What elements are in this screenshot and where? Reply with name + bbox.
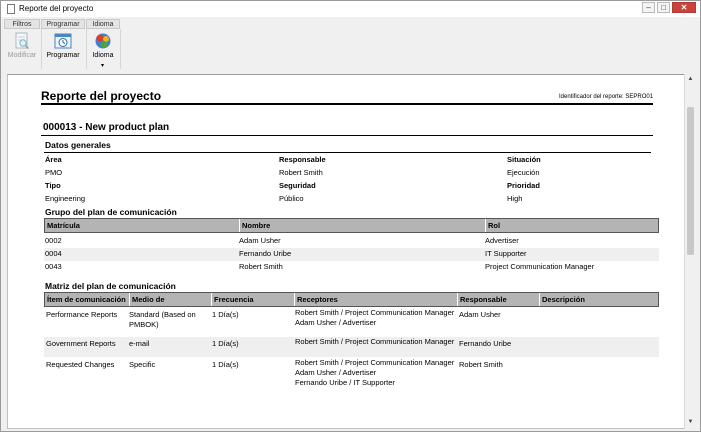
field-situacion-value: Ejecución — [507, 168, 540, 177]
field-responsable-value: Robert Smith — [279, 168, 323, 177]
field-situacion-label: Situación — [507, 155, 541, 164]
matrix-cell: Specific — [129, 360, 156, 369]
close-button[interactable]: ✕ — [672, 2, 696, 13]
group-cell: Project Communication Manager — [485, 262, 595, 271]
title-bar: Reporte del proyecto – □ ✕ — [1, 1, 700, 17]
matrix-table-header: Ítem de comunicación Medio de Frecuencia… — [44, 292, 659, 307]
minimize-button[interactable]: – — [642, 2, 655, 13]
matrix-cell: Robert Smith / Project Communication Man… — [295, 358, 455, 387]
matrix-col-item: Ítem de comunicación — [47, 295, 126, 304]
field-prioridad-value: High — [507, 194, 523, 203]
section-general-rule — [44, 152, 651, 153]
matrix-cell: 1 Día(s) — [212, 360, 239, 369]
vertical-scrollbar[interactable]: ▲ ▼ — [684, 74, 696, 429]
matrix-cell: Requested Changes — [46, 360, 115, 369]
group-col-matricula: Matrícula — [47, 221, 80, 230]
matrix-col-responsable: Responsable — [457, 293, 539, 306]
matrix-cell: Adam Usher — [459, 310, 501, 319]
matrix-cell: Robert Smith — [459, 360, 503, 369]
section-general-heading: Datos generales — [45, 140, 111, 150]
header-rule — [41, 103, 653, 105]
programar-label: Programar — [46, 52, 80, 59]
matrix-cell: e-mail — [129, 339, 150, 348]
field-seguridad-label: Seguridad — [279, 181, 316, 190]
matrix-col-descripcion: Descripción — [539, 293, 658, 306]
field-responsable-label: Responsable — [279, 155, 326, 164]
idioma-label: Idioma — [92, 52, 114, 59]
table-row: Performance Reports Standard (Based on P… — [44, 308, 659, 336]
plan-title: 000013 - New product plan — [43, 122, 170, 133]
table-row: 0004 Fernando Uribe IT Supporter — [44, 248, 659, 261]
field-seguridad-value: Público — [279, 194, 304, 203]
modificar-label: Modificar — [7, 52, 37, 59]
programar-button[interactable]: Programar — [41, 29, 85, 69]
window-title: Reporte del proyecto — [19, 4, 94, 13]
group-cell: Robert Smith — [239, 262, 283, 271]
ribbon-toolbar: Modificar Programar Idioma ▾ — [4, 29, 121, 69]
table-row: Government Reports e-mail 1 Día(s) Rober… — [44, 337, 659, 357]
tab-programar[interactable]: Programar — [41, 19, 85, 29]
matrix-cell: Robert Smith / Project Communication Man… — [295, 308, 455, 327]
group-cell: IT Supporter — [485, 249, 527, 258]
scrollbar-thumb[interactable] — [687, 107, 694, 255]
maximize-button[interactable]: □ — [657, 2, 670, 13]
table-row: 0002 Adam Usher Advertiser — [44, 235, 659, 248]
report-window: Reporte del proyecto – □ ✕ Filtros Progr… — [0, 0, 701, 432]
matrix-col-medio: Medio de — [129, 293, 211, 306]
document-search-icon — [15, 32, 30, 50]
field-tipo-label: Tipo — [45, 181, 61, 190]
ribbon-separator — [120, 29, 121, 69]
table-row: 0043 Robert Smith Project Communication … — [44, 261, 659, 274]
group-table-header: Matrícula Nombre Rol — [44, 218, 659, 233]
group-col-rol: Rol — [485, 219, 658, 232]
chevron-down-icon[interactable]: ▾ — [101, 62, 104, 69]
group-cell: Fernando Uribe — [239, 249, 292, 258]
group-cell: Adam Usher — [239, 236, 281, 245]
field-prioridad-label: Prioridad — [507, 181, 540, 190]
group-cell: Advertiser — [485, 236, 519, 245]
calendar-clock-icon — [54, 33, 72, 49]
matrix-cell: Robert Smith / Project Communication Man… — [295, 337, 455, 346]
matrix-cell: Government Reports — [46, 339, 116, 348]
matrix-cell: Fernando Uribe — [459, 339, 512, 348]
matrix-cell: 1 Día(s) — [212, 339, 239, 348]
plan-title-rule — [41, 135, 653, 136]
tab-filtros[interactable]: Filtros — [4, 19, 40, 29]
tab-idioma[interactable]: Idioma — [86, 19, 120, 29]
group-cell: 0002 — [45, 236, 62, 245]
group-col-nombre: Nombre — [239, 219, 485, 232]
report-viewer: Reporte del proyecto Identificador del r… — [7, 74, 696, 429]
group-cell: 0043 — [45, 262, 62, 271]
report-page: Reporte del proyecto Identificador del r… — [8, 75, 684, 428]
group-cell: 0004 — [45, 249, 62, 258]
field-area-value: PMO — [45, 168, 63, 177]
report-identifier: Identificador del reporte: SEPRO01 — [559, 94, 654, 100]
scroll-down-icon[interactable]: ▼ — [685, 417, 696, 428]
modificar-button[interactable]: Modificar — [4, 29, 40, 69]
matrix-col-receptores: Receptores — [294, 293, 457, 306]
table-row: Requested Changes Specific 1 Día(s) Robe… — [44, 358, 659, 398]
idioma-button[interactable]: Idioma ▾ — [86, 29, 120, 69]
section-matrix-heading: Matriz del plan de comunicación — [45, 281, 176, 291]
report-title: Reporte del proyecto — [41, 89, 162, 103]
field-tipo-value: Engineering — [45, 194, 86, 203]
document-icon — [7, 4, 15, 14]
globe-language-icon — [95, 33, 111, 49]
scroll-up-icon[interactable]: ▲ — [685, 74, 696, 85]
matrix-cell: Performance Reports — [46, 310, 118, 319]
matrix-cell: Standard (Based on PMBOK) — [129, 310, 196, 329]
matrix-col-frecuencia: Frecuencia — [211, 293, 294, 306]
section-group-heading: Grupo del plan de comunicación — [45, 207, 177, 217]
field-area-label: Área — [45, 155, 62, 164]
matrix-cell: 1 Día(s) — [212, 310, 239, 319]
